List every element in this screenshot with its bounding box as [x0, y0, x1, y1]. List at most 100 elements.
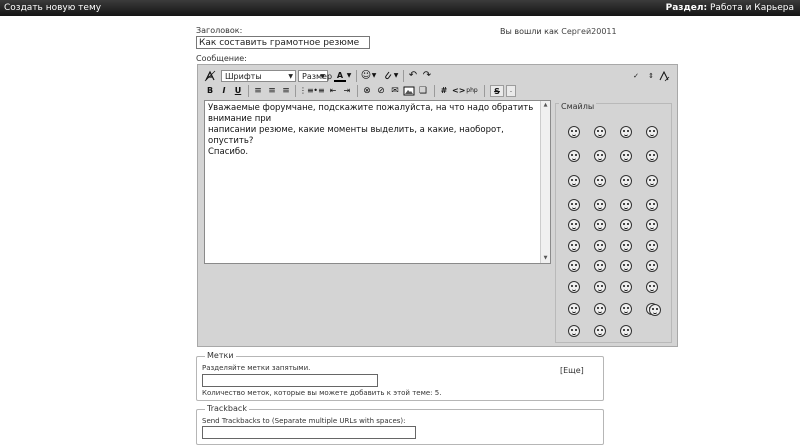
- smiley-icon[interactable]: [594, 325, 606, 337]
- smiley-icon[interactable]: [594, 199, 606, 211]
- trackback-legend: Trackback: [205, 404, 249, 413]
- smiley-icon[interactable]: [646, 150, 658, 162]
- tags-input[interactable]: [202, 374, 378, 387]
- trackback-input[interactable]: [202, 426, 416, 439]
- toolbar-separator: [484, 85, 485, 97]
- smiley-icon[interactable]: [620, 199, 632, 211]
- smiley-icon[interactable]: [568, 150, 580, 162]
- smiley-icon[interactable]: [620, 240, 632, 252]
- chevron-down-icon[interactable]: ▼: [346, 70, 352, 82]
- chevron-down-icon[interactable]: ▼: [393, 70, 399, 82]
- email-link-icon[interactable]: ✉: [389, 85, 401, 97]
- scroll-down-icon[interactable]: ▼: [541, 254, 550, 263]
- smiley-icon[interactable]: [594, 175, 606, 187]
- toolbar-row-2: B I U ≡ ≡ ≡ ⋮≡ •≡ ⇤ ⇥ ⊗ ⊘ ✉ ❏ # <> php S…: [198, 85, 677, 99]
- smiley-icon[interactable]: [568, 240, 580, 252]
- smiley-icon[interactable]: [568, 219, 580, 231]
- smiley-icon[interactable]: [568, 281, 580, 293]
- toolbar-row-1: Шрифты ▼ Размер ▼ A ▼ ☺ ▼ ▼ ↶ ↷ ✓ ⇕: [198, 70, 677, 84]
- quote-icon[interactable]: ❏: [417, 85, 429, 97]
- size-select[interactable]: Размер ▼: [298, 70, 332, 82]
- smiley-icon[interactable]: [568, 303, 580, 315]
- smiley-icon[interactable]: [594, 240, 606, 252]
- smiley-icon[interactable]: [594, 260, 606, 272]
- outdent-icon[interactable]: ⇤: [327, 85, 339, 97]
- html-tag-icon[interactable]: <>: [452, 85, 465, 97]
- redo-icon[interactable]: ↷: [421, 70, 433, 82]
- top-bar: Создать новую тему Раздел: Работа и Карь…: [0, 0, 800, 16]
- smiley-icon[interactable]: [568, 325, 580, 337]
- chevron-down-icon: ▼: [320, 73, 325, 80]
- unordered-list-icon[interactable]: •≡: [313, 85, 325, 97]
- smiley-icon[interactable]: [649, 304, 661, 316]
- smiley-icon[interactable]: [620, 281, 632, 293]
- smiley-icon[interactable]: [620, 325, 632, 337]
- smiley-icon[interactable]: [646, 219, 658, 231]
- more-options-icon[interactable]: ·: [506, 85, 516, 97]
- smiley-icon[interactable]: [620, 126, 632, 138]
- image-icon[interactable]: [403, 85, 415, 97]
- smiley-icon[interactable]: [646, 199, 658, 211]
- smiley-icon[interactable]: [646, 260, 658, 272]
- section-breadcrumb: Раздел: Работа и Карьера: [666, 3, 794, 13]
- scroll-up-icon[interactable]: ▲: [541, 101, 550, 110]
- smiley-icon[interactable]: [568, 126, 580, 138]
- smiley-icon[interactable]: [646, 175, 658, 187]
- align-right-icon[interactable]: ≡: [280, 85, 292, 97]
- smiley-icon[interactable]: [594, 303, 606, 315]
- php-tag-icon[interactable]: php: [466, 85, 478, 97]
- smiley-icon[interactable]: [568, 199, 580, 211]
- chevron-down-icon[interactable]: ▼: [371, 70, 377, 82]
- rich-text-editor: Шрифты ▼ Размер ▼ A ▼ ☺ ▼ ▼ ↶ ↷ ✓ ⇕ B I U …: [197, 64, 678, 375]
- smiley-icon[interactable]: [620, 175, 632, 187]
- chevron-down-icon: ▼: [288, 73, 293, 80]
- undo-icon[interactable]: ↶: [407, 70, 419, 82]
- align-left-icon[interactable]: ≡: [252, 85, 264, 97]
- clear-format-icon[interactable]: [204, 70, 216, 82]
- title-input[interactable]: Как составить грамотное резюме: [196, 36, 370, 49]
- smiley-icon[interactable]: [620, 219, 632, 231]
- smiley-icon[interactable]: [620, 303, 632, 315]
- logged-in-status: Вы вошли как Сергей20011: [500, 27, 617, 36]
- unlink-icon[interactable]: ⊘: [375, 85, 387, 97]
- smiley-icon[interactable]: [646, 126, 658, 138]
- textarea-scrollbar[interactable]: ▲ ▼: [540, 101, 550, 263]
- align-center-icon[interactable]: ≡: [266, 85, 278, 97]
- smiley-icon[interactable]: [594, 281, 606, 293]
- tags-fieldset: Метки Разделяйте метки запятыми. Количес…: [196, 351, 604, 401]
- smilies-panel: Смайлы [Еще]: [555, 102, 672, 375]
- resize-up-icon[interactable]: ⇕: [645, 70, 657, 82]
- text-color-icon[interactable]: A: [334, 70, 346, 82]
- resize-icon[interactable]: [658, 70, 670, 82]
- smiley-icon[interactable]: [646, 281, 658, 293]
- section-link[interactable]: Работа и Карьера: [710, 3, 794, 13]
- italic-icon[interactable]: I: [218, 85, 230, 97]
- bold-icon[interactable]: B: [204, 85, 216, 97]
- smiley-icon[interactable]: [594, 150, 606, 162]
- toolbar-separator: [434, 85, 435, 97]
- spellcheck-icon[interactable]: ✓: [630, 70, 642, 82]
- smiley-icon[interactable]: [594, 219, 606, 231]
- username-link[interactable]: Сергей20011: [561, 27, 616, 36]
- message-line: написании резюме, какие моменты выделить…: [208, 125, 504, 146]
- smilies-title: Смайлы: [559, 102, 597, 111]
- message-textarea[interactable]: Уважаемые форумчане, подскажите пожалуйс…: [204, 100, 551, 264]
- indent-icon[interactable]: ⇥: [341, 85, 353, 97]
- toolbar-separator: [248, 85, 249, 97]
- smiley-icon[interactable]: [594, 126, 606, 138]
- code-tag-icon[interactable]: #: [438, 85, 450, 97]
- trackback-hint: Send Trackbacks to (Separate multiple UR…: [202, 417, 406, 425]
- toolbar-separator: [295, 85, 296, 97]
- smiley-icon[interactable]: [620, 260, 632, 272]
- smiley-icon[interactable]: [568, 260, 580, 272]
- ordered-list-icon[interactable]: ⋮≡: [299, 85, 314, 97]
- font-select[interactable]: Шрифты ▼: [221, 70, 296, 82]
- smiley-icon[interactable]: [646, 240, 658, 252]
- strikethrough-icon[interactable]: S: [490, 85, 504, 97]
- smiley-icon[interactable]: [620, 150, 632, 162]
- message-label: Сообщение:: [196, 54, 247, 63]
- underline-icon[interactable]: U: [232, 85, 244, 97]
- smiley-icon[interactable]: [568, 175, 580, 187]
- size-select-value: Размер: [302, 72, 333, 81]
- link-icon[interactable]: ⊗: [361, 85, 373, 97]
